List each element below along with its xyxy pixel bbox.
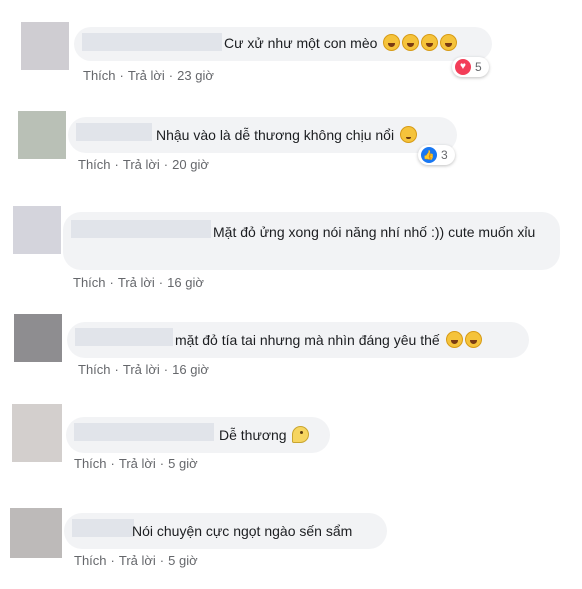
laughing-emoji-icon [421, 34, 439, 51]
avatar[interactable] [12, 404, 62, 462]
laughing-emoji-icon [440, 34, 458, 51]
separator: · [163, 157, 169, 172]
separator: · [159, 553, 165, 568]
reaction-count: 3 [441, 148, 448, 162]
comment-bubble: Mặt đỏ ửng xong nói năng nhí nhố :)) cut… [63, 212, 560, 270]
laughing-emoji-icon [464, 331, 482, 348]
separator: · [110, 553, 115, 568]
like-link[interactable]: Thích [78, 362, 111, 377]
comment-bubble: Nhậu vào là dễ thương không chịu nổi [68, 117, 457, 153]
laughing-emoji-icon [445, 331, 463, 348]
comment-text: Cư xử như một con mèo [224, 32, 458, 54]
comment-time[interactable]: 23 giờ [177, 68, 214, 83]
separator: · [168, 68, 174, 83]
reaction-summary[interactable]: 👍 3 [418, 145, 455, 165]
comment-actions: Thích · Trả lời · 23 giờ [83, 68, 214, 83]
comment-bubble: mặt đỏ tía tai nhưng mà nhìn đáng yêu th… [67, 322, 529, 358]
comment-time[interactable]: 5 giờ [168, 456, 198, 471]
heart-icon: ♥ [455, 59, 471, 75]
comment-text: mặt đỏ tía tai nhưng mà nhìn đáng yêu th… [175, 329, 482, 351]
separator: · [163, 362, 169, 377]
comment-text: Mặt đỏ ửng xong nói năng nhí nhố :)) cut… [213, 224, 536, 240]
comment-actions: Thích · Trả lời · 5 giờ [74, 456, 198, 471]
comment-time[interactable]: 20 giờ [172, 157, 209, 172]
comment-actions: Thích · Trả lời · 20 giờ [78, 157, 209, 172]
avatar[interactable] [18, 111, 66, 159]
commenter-name-redacted[interactable] [76, 123, 152, 141]
comment-bubble: Cư xử như một con mèo [74, 27, 492, 61]
moon-face-emoji-icon [292, 426, 310, 443]
comment-actions: Thích · Trả lời · 16 giờ [78, 362, 209, 377]
commenter-name-redacted[interactable] [75, 328, 173, 346]
comment-time[interactable]: 16 giờ [167, 275, 204, 290]
laughing-emoji-icon [402, 34, 420, 51]
commenter-name-redacted[interactable] [74, 423, 214, 441]
separator: · [110, 456, 115, 471]
like-icon: 👍 [421, 147, 437, 163]
comment-bubble: Nói chuyện cực ngọt ngào sến sẩm [64, 513, 387, 549]
separator: · [114, 157, 119, 172]
avatar[interactable] [10, 508, 62, 558]
reply-link[interactable]: Trả lời [118, 275, 155, 290]
laughing-emoji-icon [383, 34, 401, 51]
comment-time[interactable]: 16 giờ [172, 362, 209, 377]
reply-link[interactable]: Trả lời [123, 157, 160, 172]
comment-text: Dễ thương [219, 424, 310, 446]
reaction-count: 5 [475, 60, 482, 74]
reply-link[interactable]: Trả lời [119, 553, 156, 568]
avatar[interactable] [13, 206, 61, 254]
comment-time[interactable]: 5 giờ [168, 553, 198, 568]
commenter-name-redacted[interactable] [72, 519, 134, 537]
like-link[interactable]: Thích [73, 275, 106, 290]
comment-text: Nói chuyện cực ngọt ngào sến sẩm [132, 523, 353, 539]
like-link[interactable]: Thích [83, 68, 116, 83]
avatar[interactable] [21, 22, 69, 70]
like-link[interactable]: Thích [78, 157, 111, 172]
separator: · [114, 362, 119, 377]
like-link[interactable]: Thích [74, 456, 107, 471]
comment-actions: Thích · Trả lời · 5 giờ [74, 553, 198, 568]
commenter-name-redacted[interactable] [82, 33, 222, 51]
comment-actions: Thích · Trả lời · 16 giờ [73, 275, 204, 290]
separator: · [119, 68, 124, 83]
avatar[interactable] [14, 314, 62, 362]
blushing-emoji-icon [399, 126, 417, 143]
separator: · [109, 275, 114, 290]
like-link[interactable]: Thích [74, 553, 107, 568]
separator: · [158, 275, 164, 290]
reaction-summary[interactable]: ♥ 5 [452, 57, 489, 77]
separator: · [159, 456, 165, 471]
reply-link[interactable]: Trả lời [119, 456, 156, 471]
comment-text: Nhậu vào là dễ thương không chịu nổi [156, 124, 417, 146]
reply-link[interactable]: Trả lời [123, 362, 160, 377]
reply-link[interactable]: Trả lời [128, 68, 165, 83]
comment-bubble: Dễ thương [66, 417, 330, 453]
